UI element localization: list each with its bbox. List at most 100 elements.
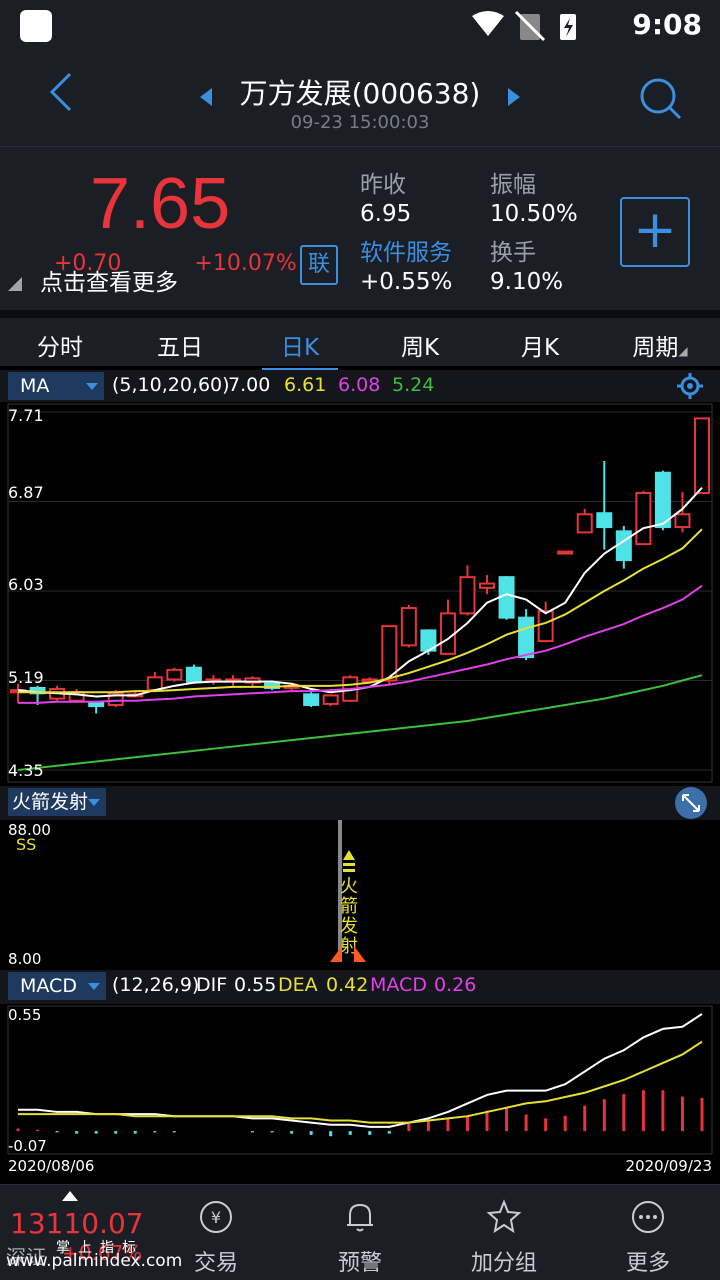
date-end: 2020/09/23 <box>626 1157 712 1175</box>
wifi-battery-icons <box>472 10 576 42</box>
y-tick-label: 4.35 <box>8 761 44 780</box>
rocket-flame-icon <box>354 946 366 962</box>
chevron-down-icon <box>88 799 100 806</box>
rocket-signal-text: 火箭发射 <box>340 876 358 957</box>
ma-line-ma20 <box>18 584 703 704</box>
macd-indicator-select[interactable]: MACD <box>8 972 106 1000</box>
candle-body <box>479 582 496 589</box>
tab-period[interactable]: 周期◢ <box>600 328 720 362</box>
rocket-signal-char: 箭 <box>340 896 358 917</box>
dea-label: DEA <box>278 974 318 996</box>
svg-text:¥: ¥ <box>211 1208 221 1227</box>
candle-body <box>576 513 593 534</box>
turnover-label: 换手 <box>490 240 536 266</box>
y-tick-label: 6.87 <box>8 483 44 502</box>
rocket-signal-char: 火 <box>340 876 358 897</box>
rocket-indicator-select[interactable]: 火箭发射 <box>8 788 106 816</box>
macd-line-dea <box>18 1040 703 1124</box>
sector-change: +0.55% <box>360 269 453 295</box>
ma60-value: 5.24 <box>392 374 435 396</box>
dea-value: 0.42 <box>326 974 369 996</box>
turnover-value: 9.10% <box>490 269 564 295</box>
rocket-ss-label: SS <box>16 835 36 854</box>
nav-more-label: 更多 <box>625 1251 670 1276</box>
view-more-link[interactable]: 点击查看更多 <box>40 263 178 297</box>
nav-add-group[interactable]: 加分组 <box>444 1191 564 1277</box>
candle-body <box>459 576 476 615</box>
next-stock-icon[interactable] <box>508 88 520 106</box>
rocket-mark <box>343 863 355 866</box>
nav-trade[interactable]: ¥ 交易 <box>156 1191 276 1277</box>
tab-weekly-k[interactable]: 周K <box>360 328 480 362</box>
index-ticker[interactable]: 13110.07 深证 +0.67% 掌上指标 www.palmindex.co… <box>0 1185 182 1280</box>
ma10-value: 6.61 <box>284 374 327 396</box>
macd-y-bottom: -0.07 <box>8 1137 47 1155</box>
ma20-value: 6.08 <box>338 374 381 396</box>
amplitude-value: 10.50% <box>490 201 578 227</box>
tab-intraday[interactable]: 分时 <box>0 328 120 362</box>
candle-body <box>557 550 574 555</box>
y-tick-label: 5.19 <box>8 668 44 687</box>
index-value: 13110.07 <box>10 1207 144 1240</box>
tab-period-label: 周期 <box>632 335 679 361</box>
candle-body <box>400 607 417 647</box>
expand-icon[interactable] <box>674 786 708 820</box>
bottom-navigation: 13110.07 深证 +0.67% 掌上指标 www.palmindex.co… <box>0 1184 720 1280</box>
yuan-exchange-icon: ¥ <box>200 1201 232 1233</box>
status-time: 9:08 <box>632 8 702 41</box>
ma-params: (5,10,20,60) <box>112 374 230 396</box>
tab-five-day[interactable]: 五日 <box>120 328 240 362</box>
rocket-indicator-name: 火箭发射 <box>12 791 89 813</box>
add-watchlist-button[interactable]: + <box>620 197 690 267</box>
macd-frame <box>7 1005 713 1155</box>
candle-body <box>166 668 183 681</box>
candle-body <box>596 512 613 529</box>
y-tick-label: 7.71 <box>8 406 44 425</box>
bell-icon <box>347 1203 373 1232</box>
macd-svg: 0.55 -0.07 2020/08/06 2020/09/23 <box>7 1005 713 1175</box>
more-icon <box>632 1201 664 1233</box>
period-dropdown-icon: ◢ <box>678 344 688 358</box>
nav-alert-label: 预警 <box>337 1251 382 1276</box>
macd-indicator-name: MACD <box>20 975 77 997</box>
quote-panel: 7.65 +0.70 +10.07% 点击查看更多 联 昨收 6.95 软件服务… <box>0 146 720 310</box>
macd-indicator-bar: MACD (12,26,9) DIF 0.55 DEA 0.42 MACD 0.… <box>0 970 720 1004</box>
nav-alert[interactable]: 预警 <box>300 1191 420 1277</box>
prev-close-label: 昨收 <box>360 172 406 198</box>
candlestick-svg: 7.71 6.87 6.03 5.19 4.35 <box>7 403 713 783</box>
gear-icon[interactable] <box>676 372 704 400</box>
chevron-down-icon <box>88 983 100 990</box>
candle-body <box>185 666 202 683</box>
ma-indicator-bar: MA (5,10,20,60) 7.00 6.61 6.08 5.24 <box>0 370 720 402</box>
candle-body <box>518 616 535 659</box>
macd-label: MACD <box>370 974 427 996</box>
last-price: 7.65 <box>90 164 231 244</box>
search-icon[interactable] <box>638 76 682 120</box>
macd-y-top: 0.55 <box>8 1006 41 1024</box>
rocket-flame-icon <box>330 946 342 962</box>
dif-value: 0.55 <box>234 974 277 996</box>
macd-chart[interactable]: 0.55 -0.07 2020/08/06 2020/09/23 <box>0 1004 720 1180</box>
macd-params: (12,26,9) <box>112 974 200 996</box>
sector-link[interactable]: 软件服务 <box>360 233 452 267</box>
rocket-signal-chart: 88.00 SS 8.00 火箭发射 <box>0 820 720 968</box>
candle-body <box>694 417 710 494</box>
dif-label: DIF <box>196 974 228 996</box>
rocket-mark <box>343 869 355 872</box>
star-icon <box>486 1199 522 1234</box>
price-change-pct: +10.07% <box>194 251 297 276</box>
up-arrow-icon <box>62 1191 78 1201</box>
candlestick-chart[interactable]: 7.71 6.87 6.03 5.19 4.35 <box>0 402 720 784</box>
tab-daily-k[interactable]: 日K <box>240 328 360 362</box>
macd-line-dif <box>18 1013 703 1128</box>
ma-indicator-select[interactable]: MA <box>8 372 104 400</box>
candle-body <box>322 694 339 705</box>
status-icons <box>470 10 590 49</box>
tab-monthly-k[interactable]: 月K <box>480 328 600 362</box>
linked-badge[interactable]: 联 <box>300 245 338 285</box>
nav-more[interactable]: 更多 <box>588 1191 708 1277</box>
chevron-down-icon <box>86 383 98 390</box>
app-notification-icon <box>20 10 52 42</box>
expand-corner-icon[interactable] <box>8 277 22 291</box>
candle-body <box>537 610 554 643</box>
